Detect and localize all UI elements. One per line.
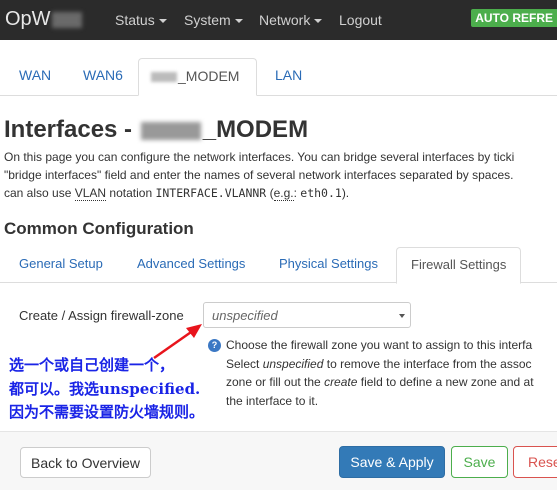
tab-advanced-settings[interactable]: Advanced Settings — [123, 247, 259, 282]
back-to-overview-button[interactable]: Back to Overview — [20, 447, 151, 478]
menu-system[interactable]: System — [184, 12, 243, 28]
caret-down-icon — [234, 19, 243, 24]
tab-lan[interactable]: LAN — [263, 58, 314, 94]
annotation-text: 选一个或自己创建一个， 都可以。我选unspecified. 因为不需要设置防火… — [9, 354, 204, 425]
save-apply-button[interactable]: Save & Apply — [339, 446, 445, 478]
dropdown-arrow-icon — [399, 314, 405, 318]
top-navbar: OpW Status System Network Logout AUTO RE… — [0, 0, 557, 40]
description-line: can also use VLAN notation INTERFACE.VLA… — [4, 186, 350, 201]
annotation-line: 因为不需要设置防火墙规则。 — [9, 403, 205, 421]
menu-status[interactable]: Status — [115, 12, 167, 28]
tab-wan[interactable]: WAN — [7, 58, 63, 94]
code-snippet: INTERFACE.VLANNR — [155, 186, 267, 200]
firewall-zone-help: Choose the firewall zone you want to ass… — [226, 336, 557, 410]
brand-logo[interactable]: OpW — [5, 8, 82, 31]
auto-refresh-badge[interactable]: AUTO REFRE — [471, 9, 557, 27]
page-description: On this page you can configure the netwo… — [4, 148, 557, 202]
code-snippet: eth0.1 — [300, 186, 342, 200]
description-line: On this page you can configure the netwo… — [4, 150, 515, 164]
menu-network[interactable]: Network — [259, 12, 323, 28]
save-button[interactable]: Save — [451, 446, 508, 478]
reset-button[interactable]: Rese — [513, 446, 557, 478]
interface-tabs: WAN WAN6 _MODEM LAN — [0, 58, 557, 96]
redacted-text — [140, 121, 201, 140]
redacted-text — [151, 72, 177, 83]
tab-general-setup[interactable]: General Setup — [5, 247, 117, 282]
help-line: Select unspecified to remove the interfa… — [226, 356, 532, 371]
annotation-line: 都可以。我选unspecified. — [9, 379, 201, 398]
caret-down-icon — [314, 19, 323, 24]
firewall-zone-select[interactable]: unspecified — [203, 302, 411, 328]
help-line: zone or fill out the create field to def… — [226, 375, 534, 389]
config-tabs: General Setup Advanced Settings Physical… — [0, 247, 557, 284]
help-line: the interface to it. — [226, 393, 319, 408]
tab-firewall-settings[interactable]: Firewall Settings — [396, 247, 522, 284]
caret-down-icon — [158, 19, 167, 24]
tab-physical-settings[interactable]: Physical Settings — [265, 247, 392, 282]
form-actions: Back to Overview Save & Apply Save Rese — [0, 431, 557, 490]
tab-modem[interactable]: _MODEM — [138, 58, 257, 96]
tab-wan6[interactable]: WAN6 — [71, 58, 135, 94]
page-title: Interfaces - _MODEM — [4, 116, 309, 143]
help-line: Choose the firewall zone you want to ass… — [226, 338, 533, 352]
menu-logout[interactable]: Logout — [339, 12, 382, 28]
redacted-brand — [51, 11, 82, 28]
annotation-line: 选一个或自己创建一个， — [9, 356, 175, 374]
description-line: "bridge interfaces" field and enter the … — [4, 168, 514, 182]
vlan-abbr: VLAN — [74, 186, 107, 201]
section-title: Common Configuration — [4, 219, 194, 238]
eg-abbr: e.g. — [273, 186, 294, 201]
